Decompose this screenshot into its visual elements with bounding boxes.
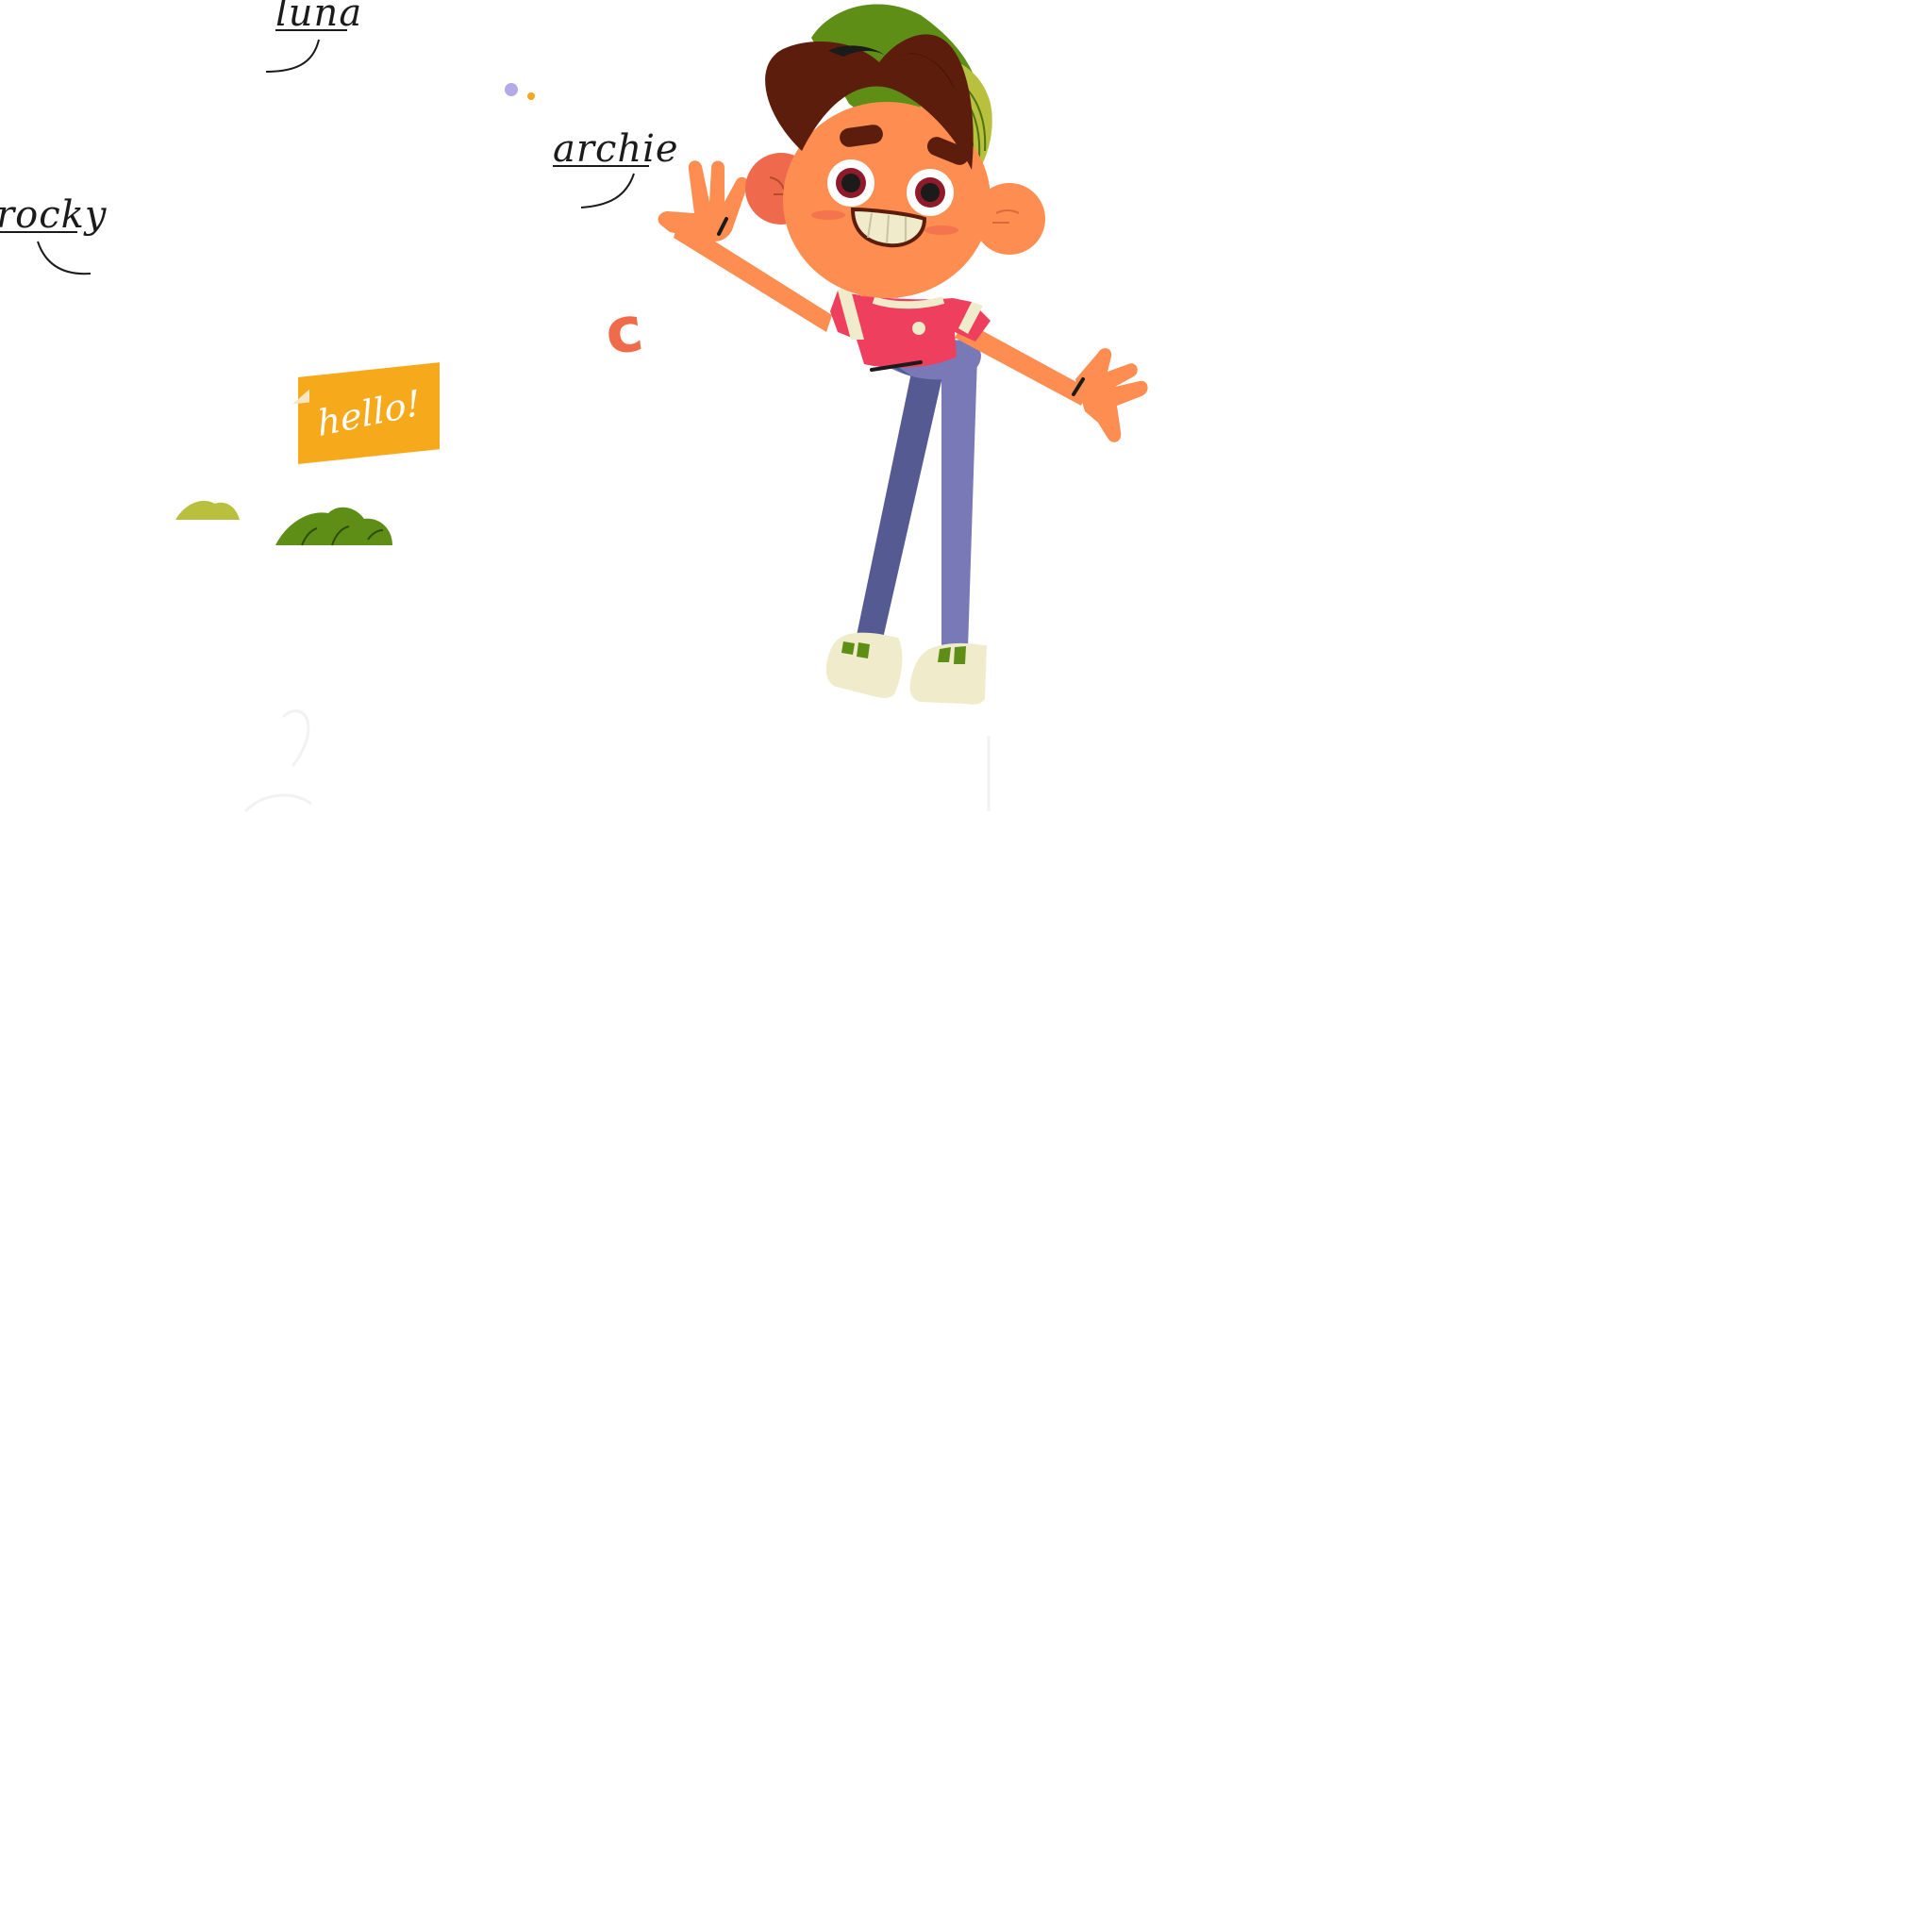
hello-text: hello! xyxy=(315,381,423,445)
faint-text-right xyxy=(679,849,1189,985)
hello-sticky-note: hello! xyxy=(298,362,440,464)
dot-icon xyxy=(505,83,535,100)
bush-icon xyxy=(175,500,392,546)
label-rocky-underline xyxy=(0,231,92,275)
faint-decor xyxy=(243,709,991,813)
cartoon-boy-illustration xyxy=(658,4,1148,705)
illustration-canvas: luna archie rocky c hello! xyxy=(0,0,1932,1932)
decor-letter-c: c xyxy=(600,291,648,370)
faint-text-left xyxy=(0,849,528,951)
label-luna-underline xyxy=(265,29,347,73)
